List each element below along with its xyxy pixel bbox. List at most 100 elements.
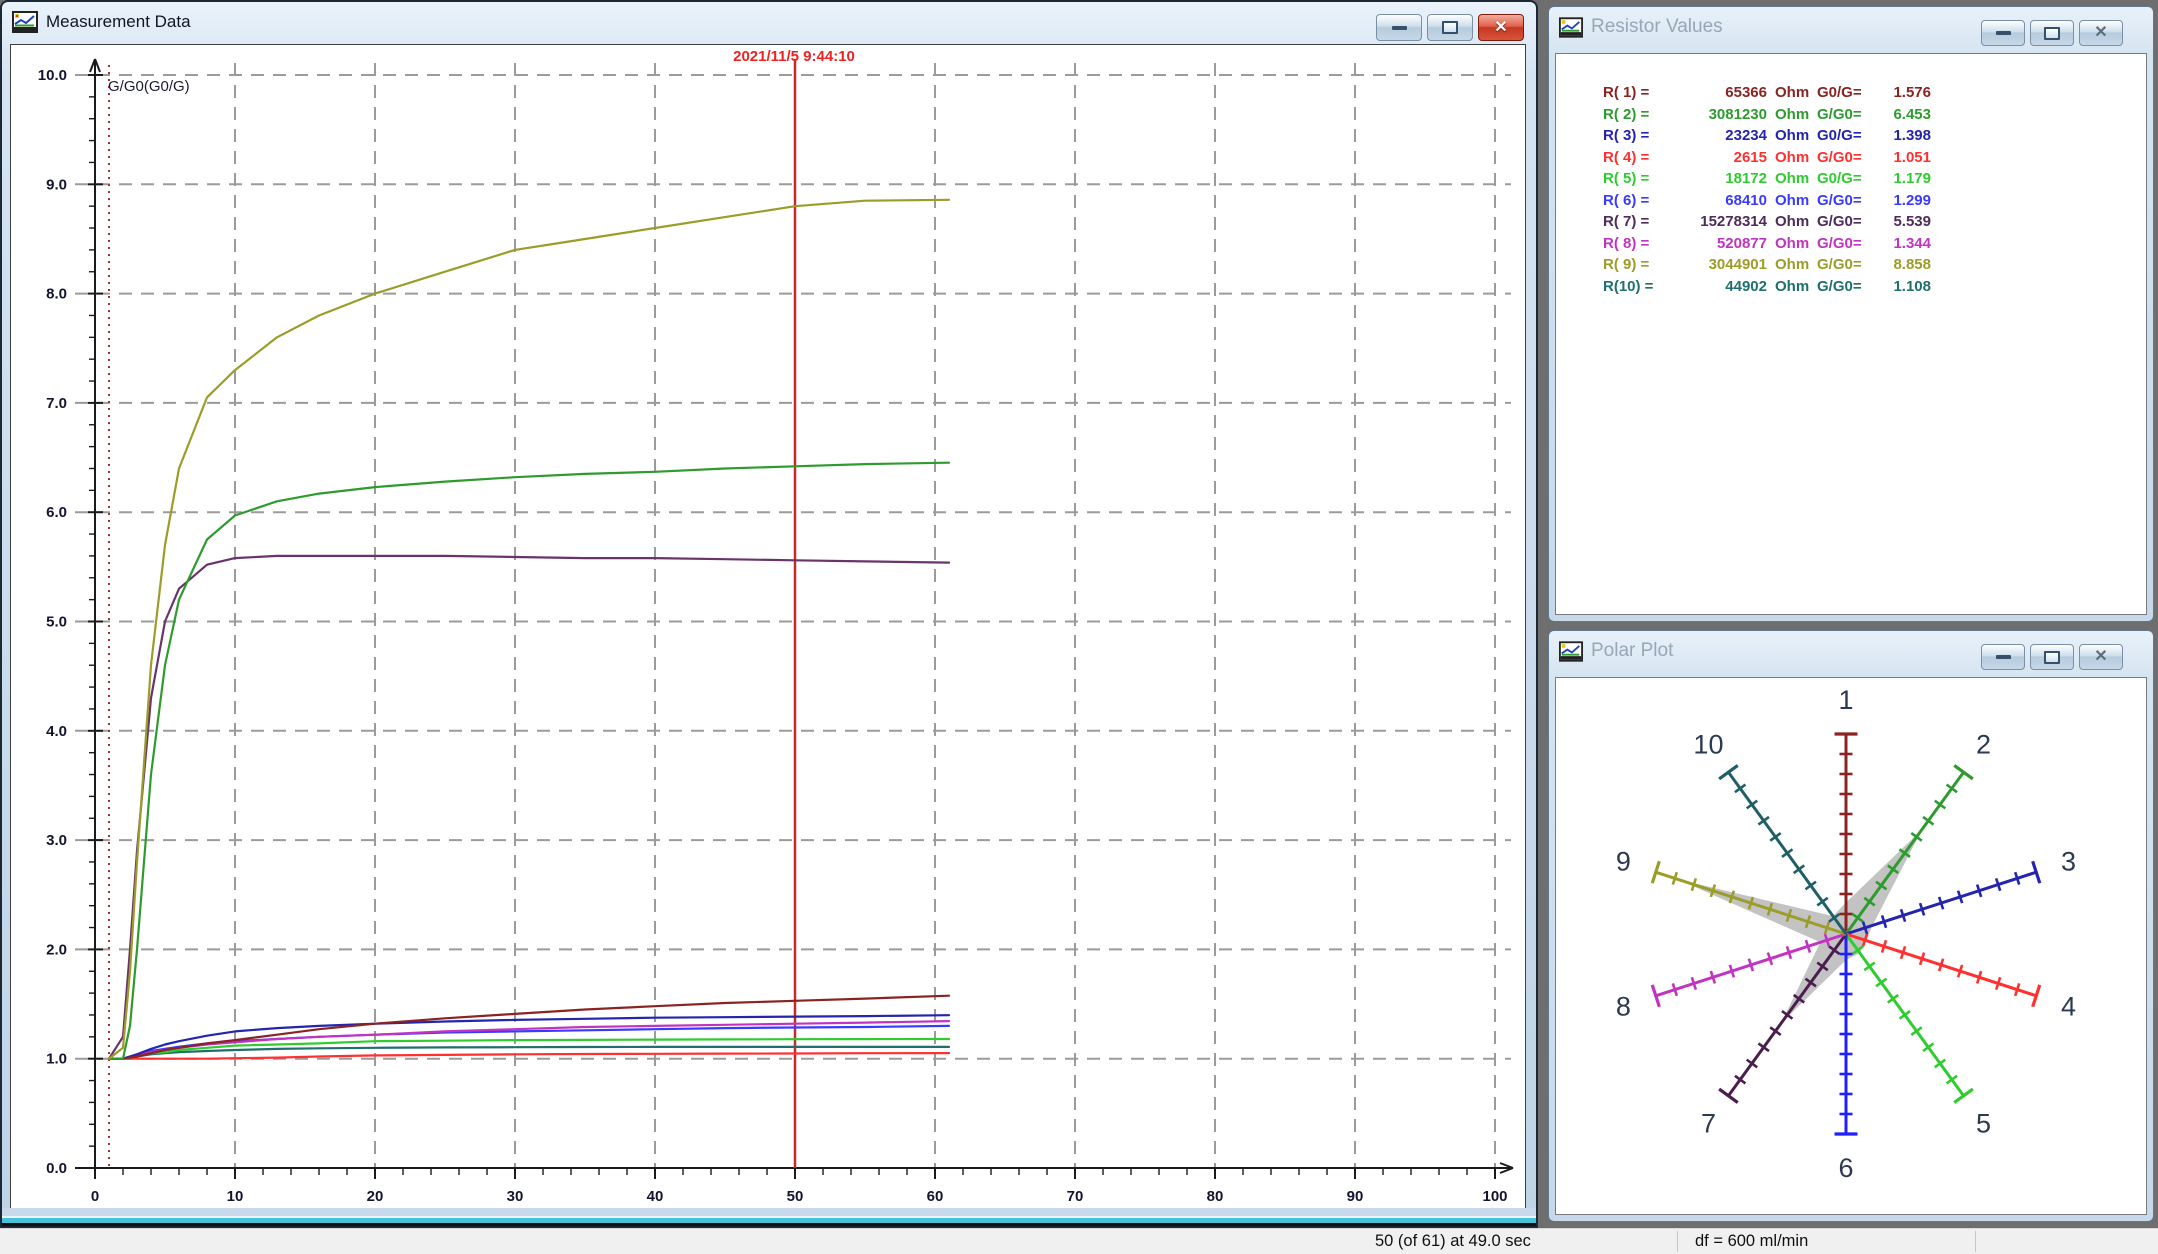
svg-text:6: 6	[1838, 1153, 1853, 1183]
resistor-cell: R( 3) =	[1603, 125, 1667, 147]
polar-star-chart: 12345678910	[1556, 678, 2148, 1216]
resistor-cell: Ohm	[1775, 233, 1813, 255]
resistor-row: R( 7) =15278314OhmG/G0=5.539	[1603, 211, 1931, 233]
measurement-line-chart: 0.01.02.03.04.05.06.07.08.09.010.0010203…	[11, 45, 1525, 1209]
close-icon: ✕	[2094, 25, 2107, 41]
resistor-values-area: R( 1) =65366OhmG0/G=1.576R( 2) =3081230O…	[1555, 53, 2147, 615]
resistor-cell: R( 2) =	[1603, 104, 1667, 126]
resistor-values-list: R( 1) =65366OhmG0/G=1.576R( 2) =3081230O…	[1603, 82, 1931, 297]
status-divider	[1975, 1231, 1976, 1252]
resistor-cell: 1.398	[1873, 125, 1931, 147]
svg-text:80: 80	[1207, 1188, 1224, 1205]
svg-text:1.0: 1.0	[46, 1051, 67, 1068]
svg-text:30: 30	[507, 1188, 524, 1205]
svg-text:5.0: 5.0	[46, 614, 67, 631]
close-icon: ✕	[1494, 20, 1507, 36]
svg-text:1: 1	[1838, 685, 1853, 715]
close-button[interactable]: ✕	[1478, 14, 1524, 41]
svg-text:10.0: 10.0	[38, 67, 67, 84]
restore-icon	[1442, 21, 1458, 34]
resistor-cell: 1.299	[1873, 190, 1931, 212]
polar-plot-area: 12345678910	[1555, 677, 2147, 1215]
svg-text:3: 3	[2061, 847, 2076, 877]
status-progress-text: 50 (of 61) at 49.0 sec	[1375, 1232, 1531, 1251]
svg-text:2: 2	[1976, 730, 1991, 760]
resistor-cell: 1.344	[1873, 233, 1931, 255]
resistor-cell: R( 6) =	[1603, 190, 1667, 212]
svg-text:5: 5	[1976, 1108, 1991, 1138]
svg-text:0: 0	[91, 1188, 99, 1205]
resistor-cell: G/G0=	[1817, 211, 1873, 233]
resistor-cell: G/G0=	[1817, 104, 1873, 126]
resistor-row: R( 5) =18172OhmG0/G=1.179	[1603, 168, 1931, 190]
resistor-cell: 8.858	[1873, 254, 1931, 276]
resistor-cell: G/G0=	[1817, 233, 1873, 255]
resistor-row: R( 3) =23234OhmG0/G=1.398	[1603, 125, 1931, 147]
svg-text:70: 70	[1067, 1188, 1084, 1205]
svg-text:40: 40	[647, 1188, 664, 1205]
restore-icon	[2044, 27, 2060, 40]
svg-text:90: 90	[1347, 1188, 1364, 1205]
svg-text:60: 60	[927, 1188, 944, 1205]
restore-icon	[2044, 651, 2060, 664]
resistor-cell: R( 1) =	[1603, 82, 1667, 104]
svg-text:6.0: 6.0	[46, 504, 67, 521]
svg-text:100: 100	[1482, 1188, 1507, 1205]
resistor-cell: R( 4) =	[1603, 147, 1667, 169]
minimize-button[interactable]	[1376, 14, 1422, 41]
svg-text:8: 8	[1616, 991, 1631, 1021]
svg-text:7: 7	[1701, 1108, 1716, 1138]
resistor-cell: Ohm	[1775, 168, 1813, 190]
y-axis-title: G/G0(G0/G)	[108, 78, 190, 95]
minimize-icon	[1996, 655, 2011, 659]
resistor-row: R( 4) =2615OhmG/G0=1.051	[1603, 147, 1931, 169]
measurement-window-titlebar[interactable]: Measurement Data	[2, 2, 1536, 42]
window-bottom-border	[2, 1208, 1536, 1226]
resistor-cell: 1.051	[1873, 147, 1931, 169]
restore-button[interactable]	[2030, 20, 2074, 46]
close-button[interactable]: ✕	[2079, 644, 2123, 670]
minimize-icon	[1392, 26, 1407, 30]
resistor-row: R( 6) =68410OhmG/G0=1.299	[1603, 190, 1931, 212]
svg-text:50: 50	[787, 1188, 804, 1205]
svg-text:10: 10	[227, 1188, 244, 1205]
status-flow-text: df = 600 ml/min	[1695, 1232, 1808, 1251]
svg-text:20: 20	[367, 1188, 384, 1205]
polar-plot-window: Polar Plot ✕ 12345678910	[1548, 630, 2154, 1222]
resistor-cell: G0/G=	[1817, 82, 1873, 104]
resistor-row: R( 1) =65366OhmG0/G=1.576	[1603, 82, 1931, 104]
minimize-button[interactable]	[1981, 644, 2025, 670]
resistor-cell: Ohm	[1775, 147, 1813, 169]
resistor-row: R( 2) =3081230OhmG/G0=6.453	[1603, 104, 1931, 126]
resistor-cell: Ohm	[1775, 125, 1813, 147]
app-chart-icon	[1559, 17, 1583, 38]
resistor-cell: R( 7) =	[1603, 211, 1667, 233]
app-chart-icon	[1559, 641, 1583, 662]
resistor-cell: 1.108	[1873, 276, 1931, 298]
close-button[interactable]: ✕	[2079, 20, 2123, 46]
resistor-cell: 520877	[1667, 233, 1767, 255]
resistor-cell: 68410	[1667, 190, 1767, 212]
resistor-cell: Ohm	[1775, 276, 1813, 298]
restore-button[interactable]	[2030, 644, 2074, 670]
resistor-cell: Ohm	[1775, 254, 1813, 276]
resistor-cell: R(10) =	[1603, 276, 1667, 298]
resistor-cell: R( 8) =	[1603, 233, 1667, 255]
restore-button[interactable]	[1427, 14, 1473, 41]
svg-text:3.0: 3.0	[46, 832, 67, 849]
resistor-cell: R( 5) =	[1603, 168, 1667, 190]
minimize-icon	[1996, 31, 2011, 35]
svg-text:7.0: 7.0	[46, 395, 67, 412]
close-icon: ✕	[2094, 649, 2107, 665]
resistor-cell: Ohm	[1775, 104, 1813, 126]
resistor-cell: 5.539	[1873, 211, 1931, 233]
svg-text:4.0: 4.0	[46, 723, 67, 740]
svg-text:10: 10	[1693, 730, 1723, 760]
resistor-row: R( 9) =3044901OhmG/G0=8.858	[1603, 254, 1931, 276]
resistor-cell: G/G0=	[1817, 147, 1873, 169]
svg-text:4: 4	[2061, 991, 2076, 1021]
minimize-button[interactable]	[1981, 20, 2025, 46]
resistor-row: R(10) =44902OhmG/G0=1.108	[1603, 276, 1931, 298]
polar-window-title: Polar Plot	[1591, 640, 1673, 662]
resistor-cell: R( 9) =	[1603, 254, 1667, 276]
